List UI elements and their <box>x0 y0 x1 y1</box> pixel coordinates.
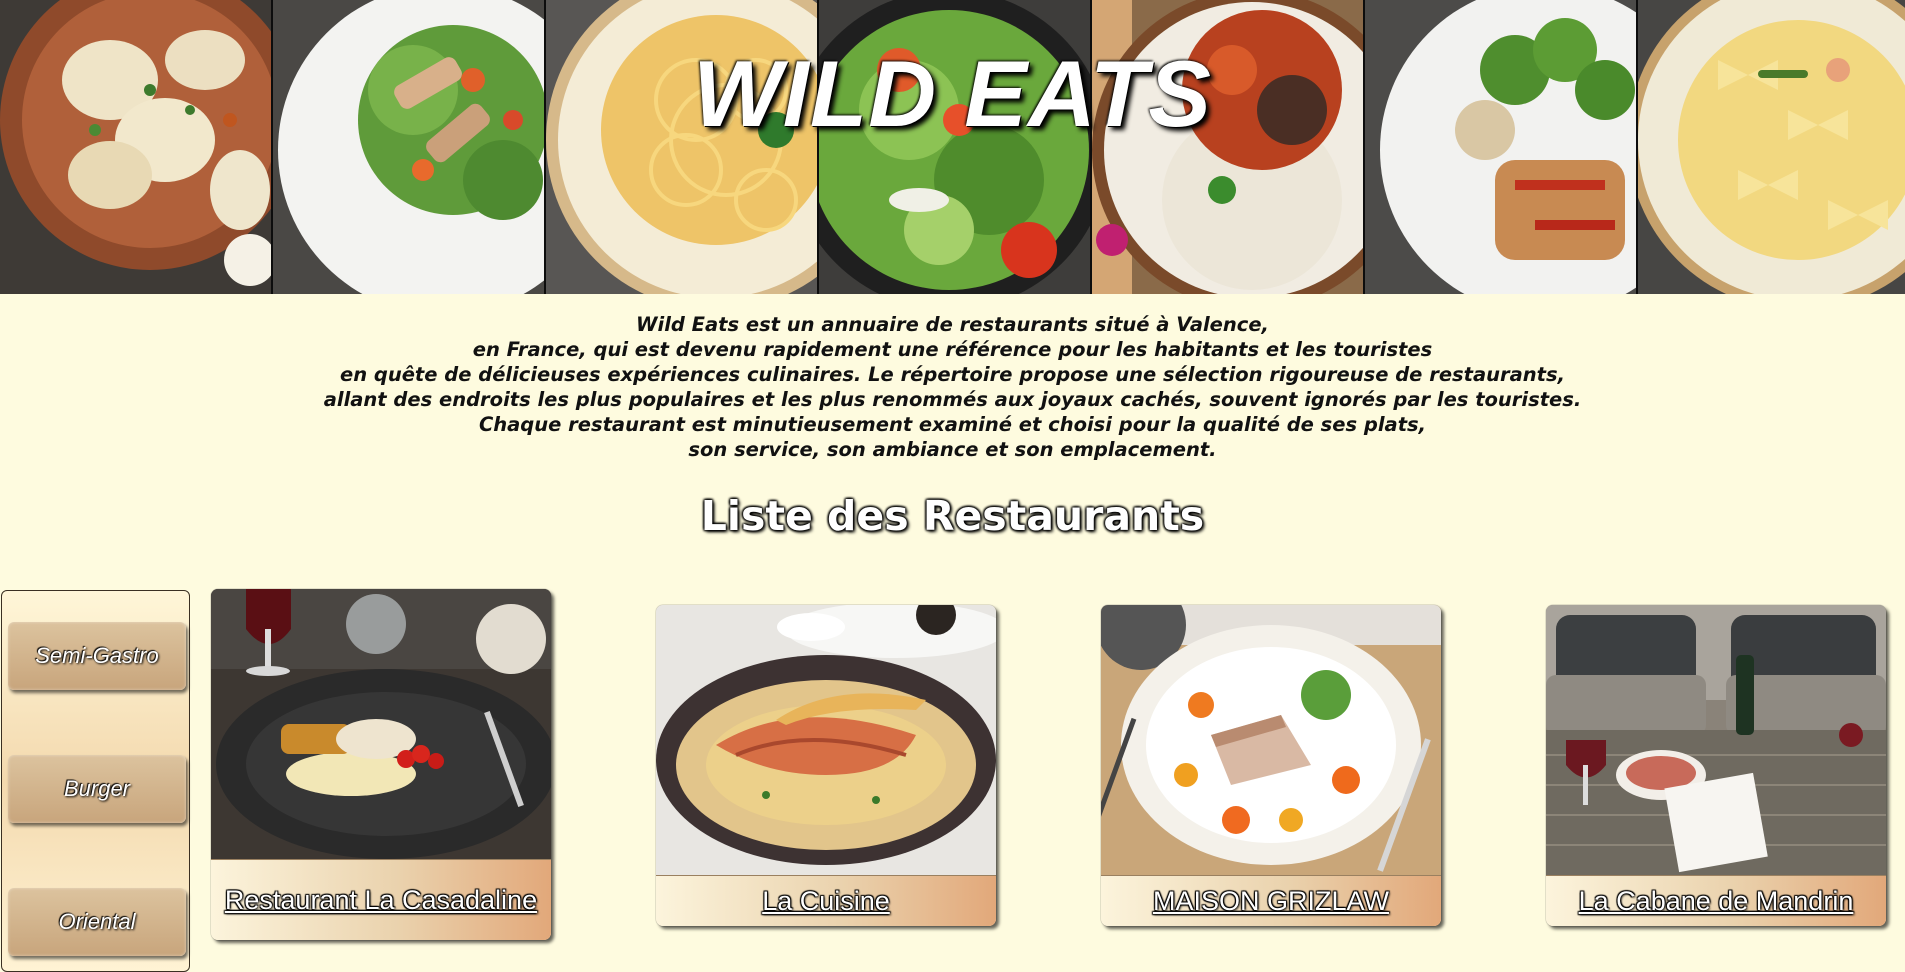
prawns-plate-photo <box>656 605 996 875</box>
restaurant-link[interactable]: MAISON GRIZLAW <box>1153 885 1389 918</box>
intro-line: en France, qui est devenu rapidement une… <box>472 338 1433 361</box>
intro-line: Wild Eats est un annuaire de restaurants… <box>636 313 1269 336</box>
site-title: WILD EATS <box>693 41 1212 146</box>
restaurant-link[interactable]: Restaurant La Casadaline <box>225 884 537 917</box>
restaurant-card[interactable]: La Cuisine <box>656 605 996 926</box>
category-sidebar: Semi-Gastro Burger Oriental <box>1 590 190 972</box>
intro-line: Chaque restaurant est minutieusement exa… <box>478 413 1427 436</box>
restaurant-list-title: Liste des Restaurants <box>700 492 1205 540</box>
intro-line: son service, son ambiance et son emplace… <box>688 438 1217 461</box>
banner: WILD EATS <box>0 0 1905 294</box>
category-button-semi-gastro[interactable]: Semi-Gastro <box>8 622 186 690</box>
restaurant-card[interactable]: Restaurant La Casadaline <box>211 589 551 940</box>
intro-line: allant des endroits les plus populaires … <box>323 388 1582 411</box>
restaurant-link[interactable]: La Cuisine <box>762 885 890 918</box>
category-button-oriental[interactable]: Oriental <box>8 888 186 956</box>
restaurant-card[interactable]: La Cabane de Mandrin <box>1546 605 1886 926</box>
restaurant-card[interactable]: MAISON GRIZLAW <box>1101 605 1441 926</box>
category-button-burger[interactable]: Burger <box>8 755 186 823</box>
plated-dish-wine-photo <box>211 589 551 859</box>
intro-line: en quête de délicieuses expériences culi… <box>339 363 1566 386</box>
restaurant-link[interactable]: La Cabane de Mandrin <box>1579 885 1854 918</box>
terrace-table-photo <box>1546 605 1886 875</box>
intro-text: Wild Eats est un annuaire de restaurants… <box>0 312 1905 462</box>
terrine-plate-photo <box>1101 605 1441 875</box>
